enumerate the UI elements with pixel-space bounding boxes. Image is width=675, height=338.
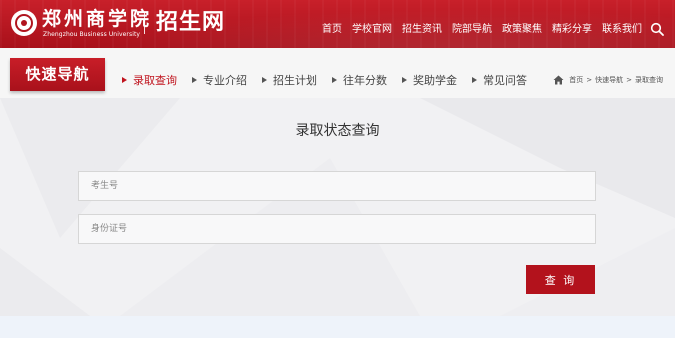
triangle-right-icon <box>472 77 477 83</box>
quick-nav-faq[interactable]: 常见问答 <box>472 72 527 88</box>
header-divider <box>144 12 145 34</box>
quick-nav-label: 常见问答 <box>483 74 527 87</box>
school-name[interactable]: 郑州商学院 <box>42 8 152 30</box>
emblem-core <box>21 20 27 26</box>
triangle-right-icon <box>332 77 337 83</box>
emblem-ring <box>15 14 33 32</box>
quick-nav-label: 专业介绍 <box>203 74 247 87</box>
quick-nav-admission-query[interactable]: 录取查询 <box>122 72 177 88</box>
quick-nav-majors[interactable]: 专业介绍 <box>192 72 247 88</box>
nav-home[interactable]: 首页 <box>317 23 347 37</box>
search-icon[interactable] <box>650 22 664 36</box>
triangle-right-icon <box>192 77 197 83</box>
nav-school-site[interactable]: 学校官网 <box>347 23 397 37</box>
quick-nav-label: 奖助学金 <box>413 74 457 87</box>
main-nav: 首页 学校官网 招生资讯 院部导航 政策聚焦 精彩分享 联系我们 <box>317 22 647 38</box>
site-name[interactable]: 招生网 <box>156 9 225 37</box>
footer-strip <box>0 316 675 338</box>
quick-nav-past-scores[interactable]: 往年分数 <box>332 72 387 88</box>
quick-nav-bar: 快速导航 录取查询 专业介绍 招生计划 往年分数 奖助学金 常见问答 首页 > … <box>0 48 675 98</box>
school-emblem-icon[interactable] <box>11 10 37 36</box>
nav-policy[interactable]: 政策聚焦 <box>497 23 547 37</box>
triangle-right-icon <box>402 77 407 83</box>
query-button[interactable]: 查 询 <box>526 265 595 294</box>
quick-nav-items: 录取查询 专业介绍 招生计划 往年分数 奖助学金 常见问答 <box>122 72 542 88</box>
quick-nav-enrollment-plan[interactable]: 招生计划 <box>262 72 317 88</box>
site-header: 郑州商学院 Zhengzhou Business University 招生网 … <box>0 0 675 48</box>
breadcrumb-quick-nav[interactable]: 快速导航 <box>595 75 623 85</box>
quick-nav-title: 快速导航 <box>10 58 105 91</box>
quick-nav-label: 往年分数 <box>343 74 387 87</box>
home-icon <box>553 75 564 85</box>
breadcrumb-separator: > <box>626 76 632 84</box>
quick-nav-scholarships[interactable]: 奖助学金 <box>402 72 457 88</box>
school-name-en: Zhengzhou Business University <box>43 31 141 38</box>
breadcrumb: 首页 > 快速导航 > 录取查询 <box>553 74 663 86</box>
triangle-right-icon <box>262 77 267 83</box>
id-number-input[interactable] <box>78 214 596 244</box>
nav-contact[interactable]: 联系我们 <box>597 23 647 37</box>
breadcrumb-current: 录取查询 <box>635 76 663 84</box>
quick-nav-label: 录取查询 <box>133 74 177 87</box>
quick-nav-label: 招生计划 <box>273 74 317 87</box>
page-title: 录取状态查询 <box>295 123 380 139</box>
query-panel: 录取状态查询 查 询 <box>0 98 675 316</box>
breadcrumb-home[interactable]: 首页 <box>569 75 583 85</box>
triangle-right-icon <box>122 77 127 83</box>
nav-highlights[interactable]: 精彩分享 <box>547 23 597 37</box>
nav-admission-news[interactable]: 招生资讯 <box>397 23 447 37</box>
nav-departments[interactable]: 院部导航 <box>447 23 497 37</box>
breadcrumb-separator: > <box>586 76 593 84</box>
exam-number-input[interactable] <box>78 171 596 201</box>
